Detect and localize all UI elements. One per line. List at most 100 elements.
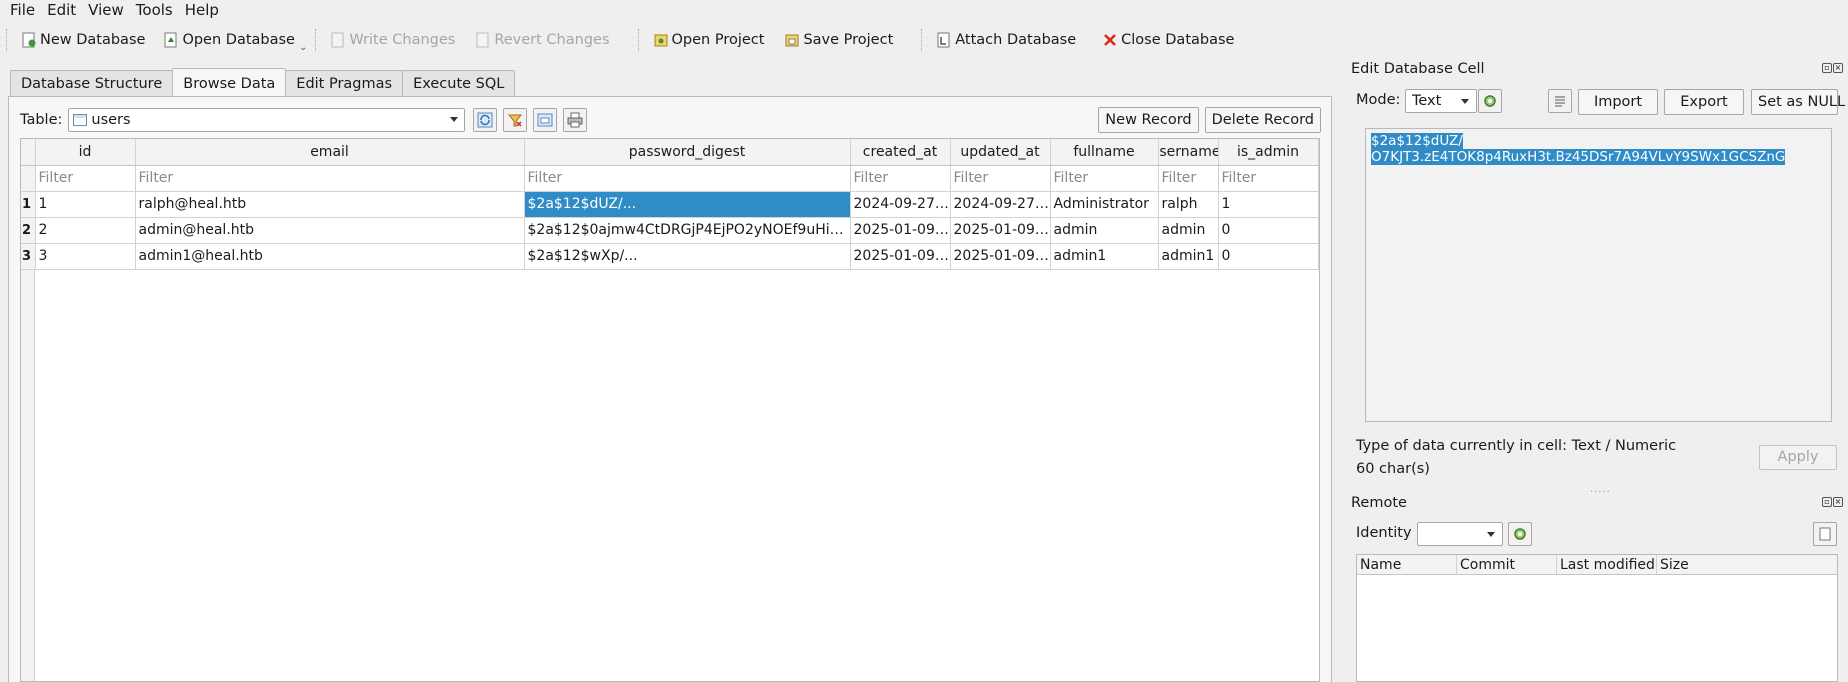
column-header-username[interactable]: username	[1158, 139, 1219, 166]
save-table-button[interactable]	[533, 108, 558, 132]
open-database-button[interactable]: Open Database	[157, 25, 301, 55]
close-icon[interactable]: ×	[1833, 63, 1843, 73]
table-cell[interactable]: 2024-09-27 ...	[850, 191, 951, 218]
menu-tools[interactable]: Tools	[130, 0, 179, 20]
close-icon	[1102, 32, 1118, 48]
identity-select[interactable]	[1417, 522, 1503, 546]
table-cell[interactable]: 2025-01-09 ...	[950, 217, 1051, 244]
filter-input[interactable]: Filter	[1158, 165, 1219, 192]
clear-filters-button[interactable]	[503, 108, 528, 132]
table-cell[interactable]: 3	[35, 243, 136, 270]
column-header-password-digest[interactable]: password_digest	[524, 139, 851, 166]
tab-edit-pragmas[interactable]: Edit Pragmas	[285, 70, 404, 96]
word-wrap-button[interactable]	[1548, 89, 1572, 113]
tab-browse-data[interactable]: Browse Data	[172, 68, 287, 96]
revert-changes-button[interactable]: Revert Changes	[469, 25, 615, 55]
import-button[interactable]: Import	[1578, 89, 1658, 115]
row-number[interactable]: 3	[21, 243, 36, 270]
write-changes-icon	[330, 32, 346, 48]
table-cell[interactable]: Administrator	[1050, 191, 1159, 218]
table-cell[interactable]: 0	[1218, 243, 1319, 270]
apply-button[interactable]: Apply	[1759, 445, 1837, 470]
attach-database-button[interactable]: Attach Database	[930, 25, 1082, 55]
new-database-button[interactable]: New Database	[15, 25, 151, 55]
column-header-is-admin[interactable]: is_admin	[1218, 139, 1319, 166]
table-row[interactable]: 2 2 admin@heal.htb $2a$12$0ajmw4CtDRGjP4…	[21, 217, 1319, 244]
row-number[interactable]: 2	[21, 217, 36, 244]
remote-column-size[interactable]: Size	[1657, 555, 1837, 574]
table-cell[interactable]: 0	[1218, 217, 1319, 244]
table-select[interactable]: users	[68, 108, 466, 132]
table-row[interactable]: 1 1 ralph@heal.htb $2a$12$dUZ/... 2024-0…	[21, 191, 1319, 218]
open-project-button[interactable]: Open Project	[647, 25, 771, 55]
remote-action-button[interactable]	[1813, 522, 1837, 546]
float-icon[interactable]: ▫	[1822, 63, 1832, 73]
column-header-fullname[interactable]: fullname	[1050, 139, 1159, 166]
table-cell[interactable]: $2a$12$0ajmw4CtDRGjP4EjPO2yNOEf9uHia0/..…	[524, 217, 851, 244]
tab-execute-sql[interactable]: Execute SQL	[402, 70, 516, 96]
table-cell[interactable]: 2025-01-09 ...	[850, 243, 951, 270]
close-icon[interactable]: ×	[1833, 497, 1843, 507]
column-header-updated-at[interactable]: updated_at	[950, 139, 1051, 166]
export-button[interactable]: Export	[1664, 89, 1744, 115]
float-icon[interactable]: ▫	[1822, 497, 1832, 507]
table-cell[interactable]: ralph@heal.htb	[135, 191, 525, 218]
table-cell[interactable]: 1	[1218, 191, 1319, 218]
cell-type-info: Type of data currently in cell: Text / N…	[1356, 438, 1677, 454]
table-cell[interactable]: admin	[1158, 217, 1219, 244]
new-record-button[interactable]: New Record	[1098, 107, 1199, 133]
table-row[interactable]: 3 3 admin1@heal.htb $2a$12$wXp/... 2025-…	[21, 243, 1319, 270]
dock-splitter[interactable]: .....	[1590, 484, 1611, 495]
mode-label: Mode:	[1356, 92, 1401, 108]
tab-database-structure[interactable]: Database Structure	[10, 70, 174, 96]
table-cell-selected[interactable]: $2a$12$dUZ/...	[524, 191, 851, 218]
filter-input[interactable]: Filter	[135, 165, 525, 192]
table-cell[interactable]: 1	[35, 191, 136, 218]
column-header-created-at[interactable]: created_at	[850, 139, 951, 166]
table-cell[interactable]: 2024-09-27 ...	[950, 191, 1051, 218]
open-database-dropdown-icon[interactable]: ⌄	[299, 42, 307, 53]
table-cell[interactable]: admin	[1050, 217, 1159, 244]
menu-file[interactable]: File	[4, 0, 41, 20]
filter-input[interactable]: Filter	[850, 165, 951, 192]
table-cell[interactable]: admin1	[1050, 243, 1159, 270]
filter-input[interactable]: Filter	[1050, 165, 1159, 192]
filter-input[interactable]: Filter	[524, 165, 851, 192]
table-cell[interactable]: admin@heal.htb	[135, 217, 525, 244]
table-cell[interactable]: 2025-01-09 ...	[950, 243, 1051, 270]
save-project-button[interactable]: Save Project	[778, 25, 899, 55]
filter-input[interactable]: Filter	[950, 165, 1051, 192]
mode-select[interactable]: Text	[1405, 89, 1477, 113]
menu-view[interactable]: View	[82, 0, 130, 20]
print-button[interactable]	[563, 108, 588, 132]
cell-editor[interactable]: $2a$12$dUZ/ O7KJT3.zE4TOK8p4RuxH3t.Bz45D…	[1365, 128, 1832, 422]
write-changes-button[interactable]: Write Changes	[324, 25, 461, 55]
auto-switch-mode-button[interactable]	[1478, 89, 1502, 113]
toolbar-separator	[315, 29, 317, 51]
remote-column-commit[interactable]: Commit	[1457, 555, 1557, 574]
refresh-button[interactable]	[473, 108, 498, 132]
delete-record-button[interactable]: Delete Record	[1204, 107, 1321, 133]
table-cell[interactable]: $2a$12$wXp/...	[524, 243, 851, 270]
table-cell[interactable]: 2025-01-09 ...	[850, 217, 951, 244]
column-header-email[interactable]: email	[135, 139, 525, 166]
corner-cell[interactable]	[21, 139, 36, 166]
identity-settings-button[interactable]	[1508, 522, 1532, 546]
filter-input[interactable]: Filter	[1218, 165, 1319, 192]
document-icon	[1819, 527, 1831, 541]
table-cell[interactable]: admin1	[1158, 243, 1219, 270]
set-as-null-button[interactable]: Set as NULL	[1751, 89, 1845, 115]
word-wrap-icon	[1555, 96, 1565, 107]
close-database-button[interactable]: Close Database	[1096, 25, 1240, 55]
menu-help[interactable]: Help	[179, 0, 225, 20]
column-header-id[interactable]: id	[35, 139, 136, 166]
menu-edit[interactable]: Edit	[41, 0, 82, 20]
filter-input[interactable]: Filter	[35, 165, 136, 192]
remote-column-last-modified[interactable]: Last modified	[1557, 555, 1657, 574]
row-number[interactable]: 1	[21, 191, 36, 218]
chevron-down-icon	[1487, 532, 1495, 537]
table-cell[interactable]: 2	[35, 217, 136, 244]
remote-column-name[interactable]: Name	[1357, 555, 1457, 574]
table-cell[interactable]: admin1@heal.htb	[135, 243, 525, 270]
table-cell[interactable]: ralph	[1158, 191, 1219, 218]
